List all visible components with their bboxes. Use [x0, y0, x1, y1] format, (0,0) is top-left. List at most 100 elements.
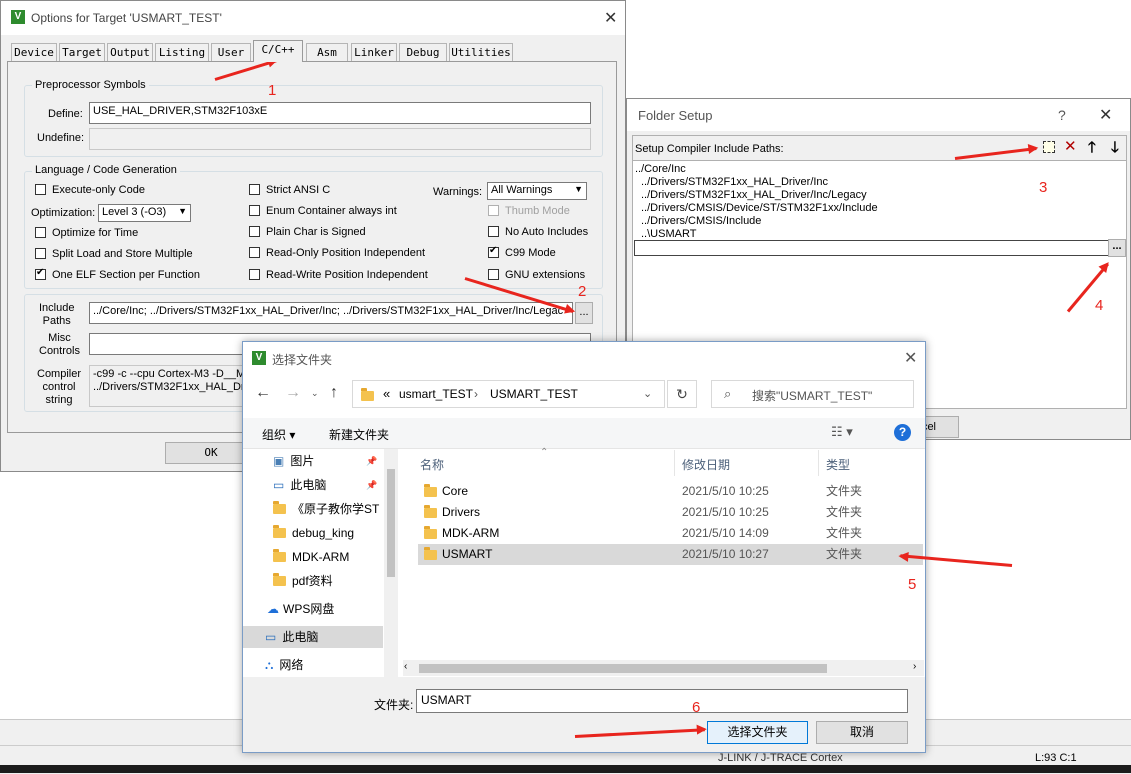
nav-scroll-thumb[interactable] [387, 469, 395, 577]
select-folder-button[interactable]: 选择文件夹 [707, 721, 808, 744]
define-input[interactable]: USE_HAL_DRIVER,STM32F103xE [89, 102, 591, 124]
tab-target[interactable]: Target [59, 43, 105, 61]
up-arrow-icon[interactable]: ↑ [330, 384, 338, 402]
execute-only-box [35, 184, 46, 195]
tab-debug[interactable]: Debug [399, 43, 447, 61]
breadcrumb-item[interactable]: usmart_TEST [399, 387, 473, 401]
forward-arrow-icon[interactable]: → [285, 384, 301, 402]
search-box[interactable]: ⌕ 搜索"USMART_TEST" [711, 380, 914, 408]
gnu-extensions-checkbox[interactable]: GNU extensions [488, 269, 585, 281]
nav-item[interactable]: MDK-ARM [243, 546, 383, 568]
back-arrow-icon[interactable]: ← [255, 384, 271, 402]
optimize-time-checkbox[interactable]: Optimize for Time [35, 227, 138, 239]
address-bar[interactable]: « usmart_TEST › USMART_TEST ⌄ [352, 380, 665, 408]
include-path-item[interactable]: ..\USMART [641, 228, 696, 240]
nav-item[interactable]: ▭ 此电脑 [243, 626, 383, 648]
enum-container-checkbox[interactable]: Enum Container always int [249, 205, 397, 217]
nav-item-label: MDK-ARM [292, 550, 350, 564]
nav-item[interactable]: 《原子教你学ST [243, 498, 383, 520]
chevron-down-icon[interactable]: ⌄ [643, 387, 652, 400]
table-row[interactable]: Drivers 2021/5/10 10:25 文件夹 [418, 502, 923, 523]
path-browse-button[interactable]: ... [1108, 239, 1126, 257]
nav-scrollbar[interactable] [384, 449, 398, 677]
table-row[interactable]: Core 2021/5/10 10:25 文件夹 [418, 481, 923, 502]
column-name[interactable]: 名称 [420, 456, 444, 473]
help-icon[interactable]: ? [894, 424, 911, 441]
h-scroll-thumb[interactable] [419, 664, 827, 673]
include-paths-input[interactable]: ../Core/Inc; ../Drivers/STM32F1xx_HAL_Dr… [89, 302, 573, 324]
optimization-value: Level 3 (-O3) [102, 206, 167, 218]
nav-item[interactable]: ☁ WPS网盘 [243, 598, 383, 620]
table-row[interactable]: USMART 2021/5/10 10:27 文件夹 [418, 544, 923, 565]
one-elf-checkbox[interactable]: One ELF Section per Function [35, 267, 200, 281]
nav-item[interactable]: pdf资料 [243, 570, 383, 592]
nav-item[interactable]: debug_king [243, 522, 383, 544]
tab-linker[interactable]: Linker [351, 43, 397, 61]
optimization-select[interactable]: Level 3 (-O3) ▼ [98, 204, 191, 222]
scroll-left-icon[interactable]: ‹ [404, 661, 407, 672]
new-folder-button[interactable]: 新建文件夹 [329, 426, 389, 443]
nav-item-label: 网络 [279, 658, 304, 672]
scroll-right-icon[interactable]: › [913, 661, 916, 672]
tab-device[interactable]: Device [11, 43, 57, 61]
paths-toolbar: Setup Compiler Include Paths: ✕ 🡑 🡓 [633, 136, 1126, 161]
close-icon[interactable]: ✕ [604, 8, 617, 28]
delete-path-icon[interactable]: ✕ [1064, 137, 1077, 155]
column-date[interactable]: 修改日期 [682, 456, 730, 473]
help-icon[interactable]: ? [1058, 107, 1066, 123]
recent-chevron-icon[interactable]: ⌄ [311, 388, 319, 399]
plain-char-checkbox[interactable]: Plain Char is Signed [249, 226, 366, 238]
tab-utilities[interactable]: Utilities [449, 43, 513, 61]
column-divider [818, 450, 819, 476]
include-browse-button[interactable]: ... [575, 302, 593, 324]
thumb-mode-label: Thumb Mode [505, 205, 570, 217]
nav-item[interactable]: ⛬ 网络 [243, 654, 383, 676]
tab-output[interactable]: Output [107, 43, 153, 61]
path-edit-box[interactable] [634, 240, 1117, 256]
include-path-item[interactable]: ../Core/Inc [635, 163, 686, 175]
close-icon[interactable]: ✕ [904, 348, 917, 368]
strict-ansi-checkbox[interactable]: Strict ANSI C [249, 184, 330, 196]
warnings-label: Warnings: [433, 186, 483, 198]
include-path-item[interactable]: ../Drivers/STM32F1xx_HAL_Driver/Inc/Lega… [641, 189, 867, 201]
include-path-item[interactable]: ../Drivers/CMSIS/Device/ST/STM32F1xx/Inc… [641, 202, 878, 214]
tab-listing[interactable]: Listing [155, 43, 209, 61]
pin-icon[interactable]: 📌 [366, 450, 377, 472]
plain-char-label: Plain Char is Signed [266, 226, 366, 238]
file-date: 2021/5/10 14:09 [682, 526, 769, 540]
warnings-select[interactable]: All Warnings ▼ [487, 182, 587, 200]
split-load-checkbox[interactable]: Split Load and Store Multiple [35, 248, 193, 260]
execute-only-label: Execute-only Code [52, 184, 145, 196]
refresh-button[interactable]: ↻ [667, 380, 697, 408]
nav-item[interactable]: ▭ 此电脑 📌 [243, 474, 383, 496]
no-auto-includes-checkbox[interactable]: No Auto Includes [488, 226, 588, 238]
include-path-item[interactable]: ../Drivers/STM32F1xx_HAL_Driver/Inc [641, 176, 828, 188]
move-up-icon[interactable]: 🡑 [1088, 137, 1096, 162]
c99-mode-checkbox[interactable]: C99 Mode [488, 245, 556, 259]
folder-name-input[interactable]: USMART [416, 689, 908, 713]
column-type[interactable]: 类型 [826, 456, 850, 473]
new-path-icon[interactable] [1043, 141, 1055, 153]
file-list-header: 名称 ⌃ 修改日期 类型 [418, 447, 923, 476]
move-down-icon[interactable]: 🡓 [1111, 137, 1119, 162]
pin-icon[interactable]: 📌 [366, 474, 377, 496]
undefine-input[interactable] [89, 128, 591, 150]
view-options-icon[interactable]: ☷ ▾ [831, 424, 853, 440]
execute-only-checkbox[interactable]: Execute-only Code [35, 184, 145, 196]
ro-pi-checkbox[interactable]: Read-Only Position Independent [249, 247, 425, 259]
rw-pi-checkbox[interactable]: Read-Write Position Independent [249, 269, 428, 281]
cancel-button[interactable]: 取消 [816, 721, 908, 744]
tab-c-c-[interactable]: C/C++ [253, 40, 303, 62]
tab-asm[interactable]: Asm [306, 43, 348, 61]
nav-item[interactable]: ▣ 图片 📌 [243, 450, 383, 472]
include-path-item[interactable]: ../Drivers/CMSIS/Include [641, 215, 761, 227]
enum-container-label: Enum Container always int [266, 205, 397, 217]
tab-user[interactable]: User [211, 43, 251, 61]
annotation-number-5: 5 [908, 576, 917, 593]
close-icon[interactable]: ✕ [1099, 105, 1112, 125]
organize-button[interactable]: 组织 ▾ [262, 426, 295, 443]
breadcrumb-item[interactable]: USMART_TEST [490, 387, 578, 401]
table-row[interactable]: MDK-ARM 2021/5/10 14:09 文件夹 [418, 523, 923, 544]
files-hscrollbar[interactable]: ‹ › [403, 660, 924, 676]
search-placeholder: 搜索"USMART_TEST" [752, 389, 873, 403]
